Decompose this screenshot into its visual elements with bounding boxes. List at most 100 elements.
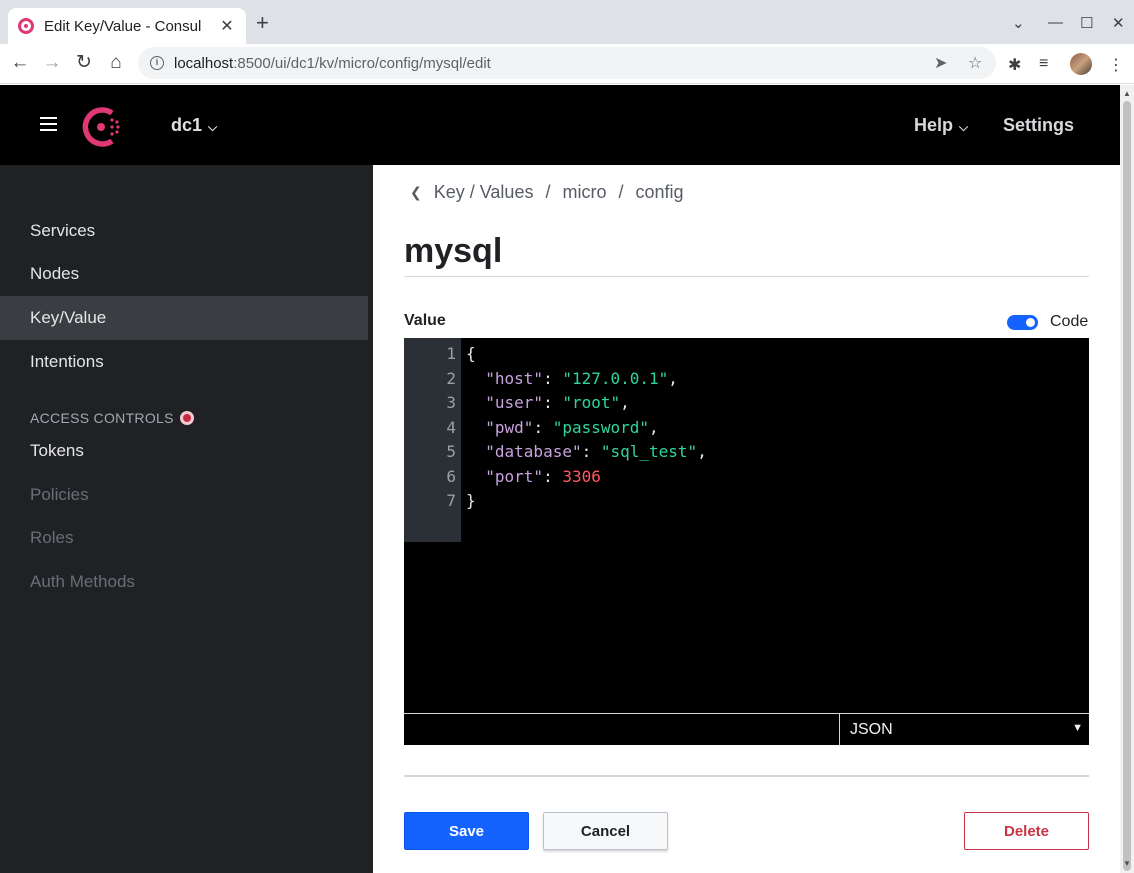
- address-bar[interactable]: i localhost:8500/ui/dc1/kv/micro/config/…: [138, 47, 996, 79]
- code-token: ,: [649, 417, 659, 437]
- chevron-down-icon: ⌵: [208, 120, 218, 134]
- code-token: "root": [562, 393, 621, 412]
- editor-footer: JSON ▼: [404, 713, 1089, 745]
- scroll-down-icon[interactable]: ▼: [1123, 859, 1131, 868]
- scroll-up-icon[interactable]: ▲: [1123, 89, 1131, 98]
- code-token: :: [543, 393, 563, 412]
- code-editor[interactable]: 1{2 "host": "127.0.0.1", 3 "user": "root"…: [404, 338, 1089, 713]
- sidebar-item-tokens[interactable]: Tokens: [0, 429, 373, 473]
- code-token: "127.0.0.1": [562, 368, 669, 388]
- sidebar-item-roles: Roles: [30, 528, 74, 547]
- maximize-icon[interactable]: ☐: [1080, 14, 1093, 32]
- code-toggle[interactable]: [1007, 315, 1038, 330]
- code-line[interactable]: 5 "database": "sql_test",: [404, 440, 1084, 464]
- forward-icon[interactable]: →: [41, 52, 63, 74]
- tab-title: Edit Key/Value - Consul: [44, 17, 202, 35]
- code-line[interactable]: 4 "pwd": "password",: [404, 416, 1084, 440]
- extensions-icon[interactable]: ✱: [1008, 55, 1021, 75]
- breadcrumb-separator: /: [618, 182, 624, 202]
- reload-icon[interactable]: ↻: [73, 52, 95, 74]
- code-token: }: [466, 491, 476, 510]
- cancel-button[interactable]: Cancel: [543, 812, 668, 850]
- form-divider: [404, 775, 1089, 777]
- home-icon[interactable]: ⌂: [105, 52, 127, 74]
- sidebar-item-key-value[interactable]: Key/Value: [0, 296, 368, 340]
- code-token: :: [543, 466, 563, 486]
- site-info-icon[interactable]: i: [150, 56, 164, 70]
- profile-avatar[interactable]: [1070, 53, 1092, 75]
- consul-logo-icon[interactable]: [81, 107, 121, 147]
- code-token: ,: [668, 368, 678, 388]
- send-icon[interactable]: ➤: [934, 53, 947, 73]
- code-token: ,: [697, 442, 707, 461]
- code-token: "user": [485, 393, 544, 412]
- save-button[interactable]: Save: [404, 812, 529, 850]
- sidebar: Services Nodes Key/Value Intentions ACCE…: [0, 165, 373, 873]
- breadcrumb-key-values[interactable]: Key / Values: [434, 182, 534, 203]
- page-scrollbar[interactable]: ▲ ▼: [1120, 85, 1134, 873]
- help-menu[interactable]: Help ⌵: [914, 115, 968, 136]
- chevron-down-icon: ⌵: [959, 120, 969, 134]
- title-divider: [404, 276, 1089, 277]
- syntax-mode-value: JSON: [850, 720, 893, 738]
- sidebar-item-services[interactable]: Services: [0, 209, 373, 253]
- datacenter-dropdown[interactable]: dc1 ⌵: [171, 115, 217, 136]
- media-icon[interactable]: ≡: [1039, 55, 1048, 73]
- breadcrumb-micro[interactable]: micro: [562, 182, 606, 203]
- sidebar-item-intentions[interactable]: Intentions: [0, 340, 373, 384]
- code-text: "port": 3306: [466, 465, 601, 489]
- alert-dot-icon: [179, 411, 194, 425]
- code-line[interactable]: 7}: [404, 489, 1084, 513]
- code-token: ,: [620, 393, 630, 412]
- code-token: "pwd": [485, 417, 534, 437]
- minimize-icon[interactable]: —: [1048, 14, 1063, 31]
- code-text: "pwd": "password",: [466, 416, 659, 440]
- code-toggle-label[interactable]: Code: [1050, 313, 1088, 331]
- code-token: :: [533, 417, 553, 437]
- url-text: localhost:8500/ui/dc1/kv/micro/config/my…: [174, 55, 491, 72]
- url-host: localhost: [174, 54, 234, 72]
- code-text: "database": "sql_test",: [466, 440, 707, 464]
- code-token: "port": [485, 466, 544, 486]
- browser-menu-icon[interactable]: ⋮: [1108, 55, 1124, 75]
- breadcrumb-config[interactable]: config: [636, 182, 684, 203]
- close-window-icon[interactable]: ✕: [1112, 14, 1125, 32]
- code-text: {: [466, 342, 476, 366]
- browser-tab[interactable]: Edit Key/Value - Consul ✕: [8, 8, 246, 44]
- code-token: 3306: [562, 466, 601, 486]
- bookmark-star-icon[interactable]: ☆: [968, 53, 982, 73]
- hamburger-menu-icon[interactable]: [40, 117, 57, 131]
- help-label: Help: [914, 115, 954, 135]
- code-text: "host": "127.0.0.1",: [466, 367, 678, 391]
- delete-button[interactable]: Delete: [964, 812, 1089, 850]
- chevron-left-icon[interactable]: ❮: [410, 184, 422, 201]
- sidebar-item-nodes[interactable]: Nodes: [0, 252, 373, 296]
- code-token: "database": [485, 442, 582, 461]
- code-line[interactable]: 6 "port": 3306: [404, 465, 1084, 489]
- tab-close-icon[interactable]: ✕: [218, 16, 236, 36]
- back-icon[interactable]: ←: [9, 52, 31, 74]
- line-number: 1: [446, 344, 456, 363]
- syntax-mode-select[interactable]: JSON ▼: [839, 714, 1089, 745]
- browser-toolbar: ← → ↻ ⌂ i localhost:8500/ui/dc1/kv/micro…: [0, 44, 1134, 84]
- code-line[interactable]: 2 "host": "127.0.0.1",: [404, 367, 1084, 391]
- tab-search-icon[interactable]: ⌄: [1012, 14, 1025, 32]
- code-token: :: [581, 442, 601, 461]
- scroll-thumb[interactable]: [1123, 101, 1131, 871]
- caret-down-icon: ▼: [1072, 722, 1083, 734]
- settings-link[interactable]: Settings: [1003, 115, 1074, 136]
- url-path: :8500/ui/dc1/kv/micro/config/mysql/edit: [233, 54, 491, 72]
- app-header: dc1 ⌵ Help ⌵ Settings: [0, 85, 1120, 165]
- sidebar-item-auth-methods: Auth Methods: [30, 572, 135, 591]
- line-number: 5: [446, 442, 456, 461]
- breadcrumb-separator: /: [545, 182, 551, 202]
- new-tab-button[interactable]: +: [256, 12, 269, 34]
- line-number: 2: [446, 368, 456, 388]
- consul-favicon-icon: [18, 18, 34, 34]
- code-line[interactable]: 3 "user": "root",: [404, 391, 1084, 415]
- code-token: "password": [552, 417, 650, 437]
- code-line[interactable]: 1{: [404, 342, 1084, 366]
